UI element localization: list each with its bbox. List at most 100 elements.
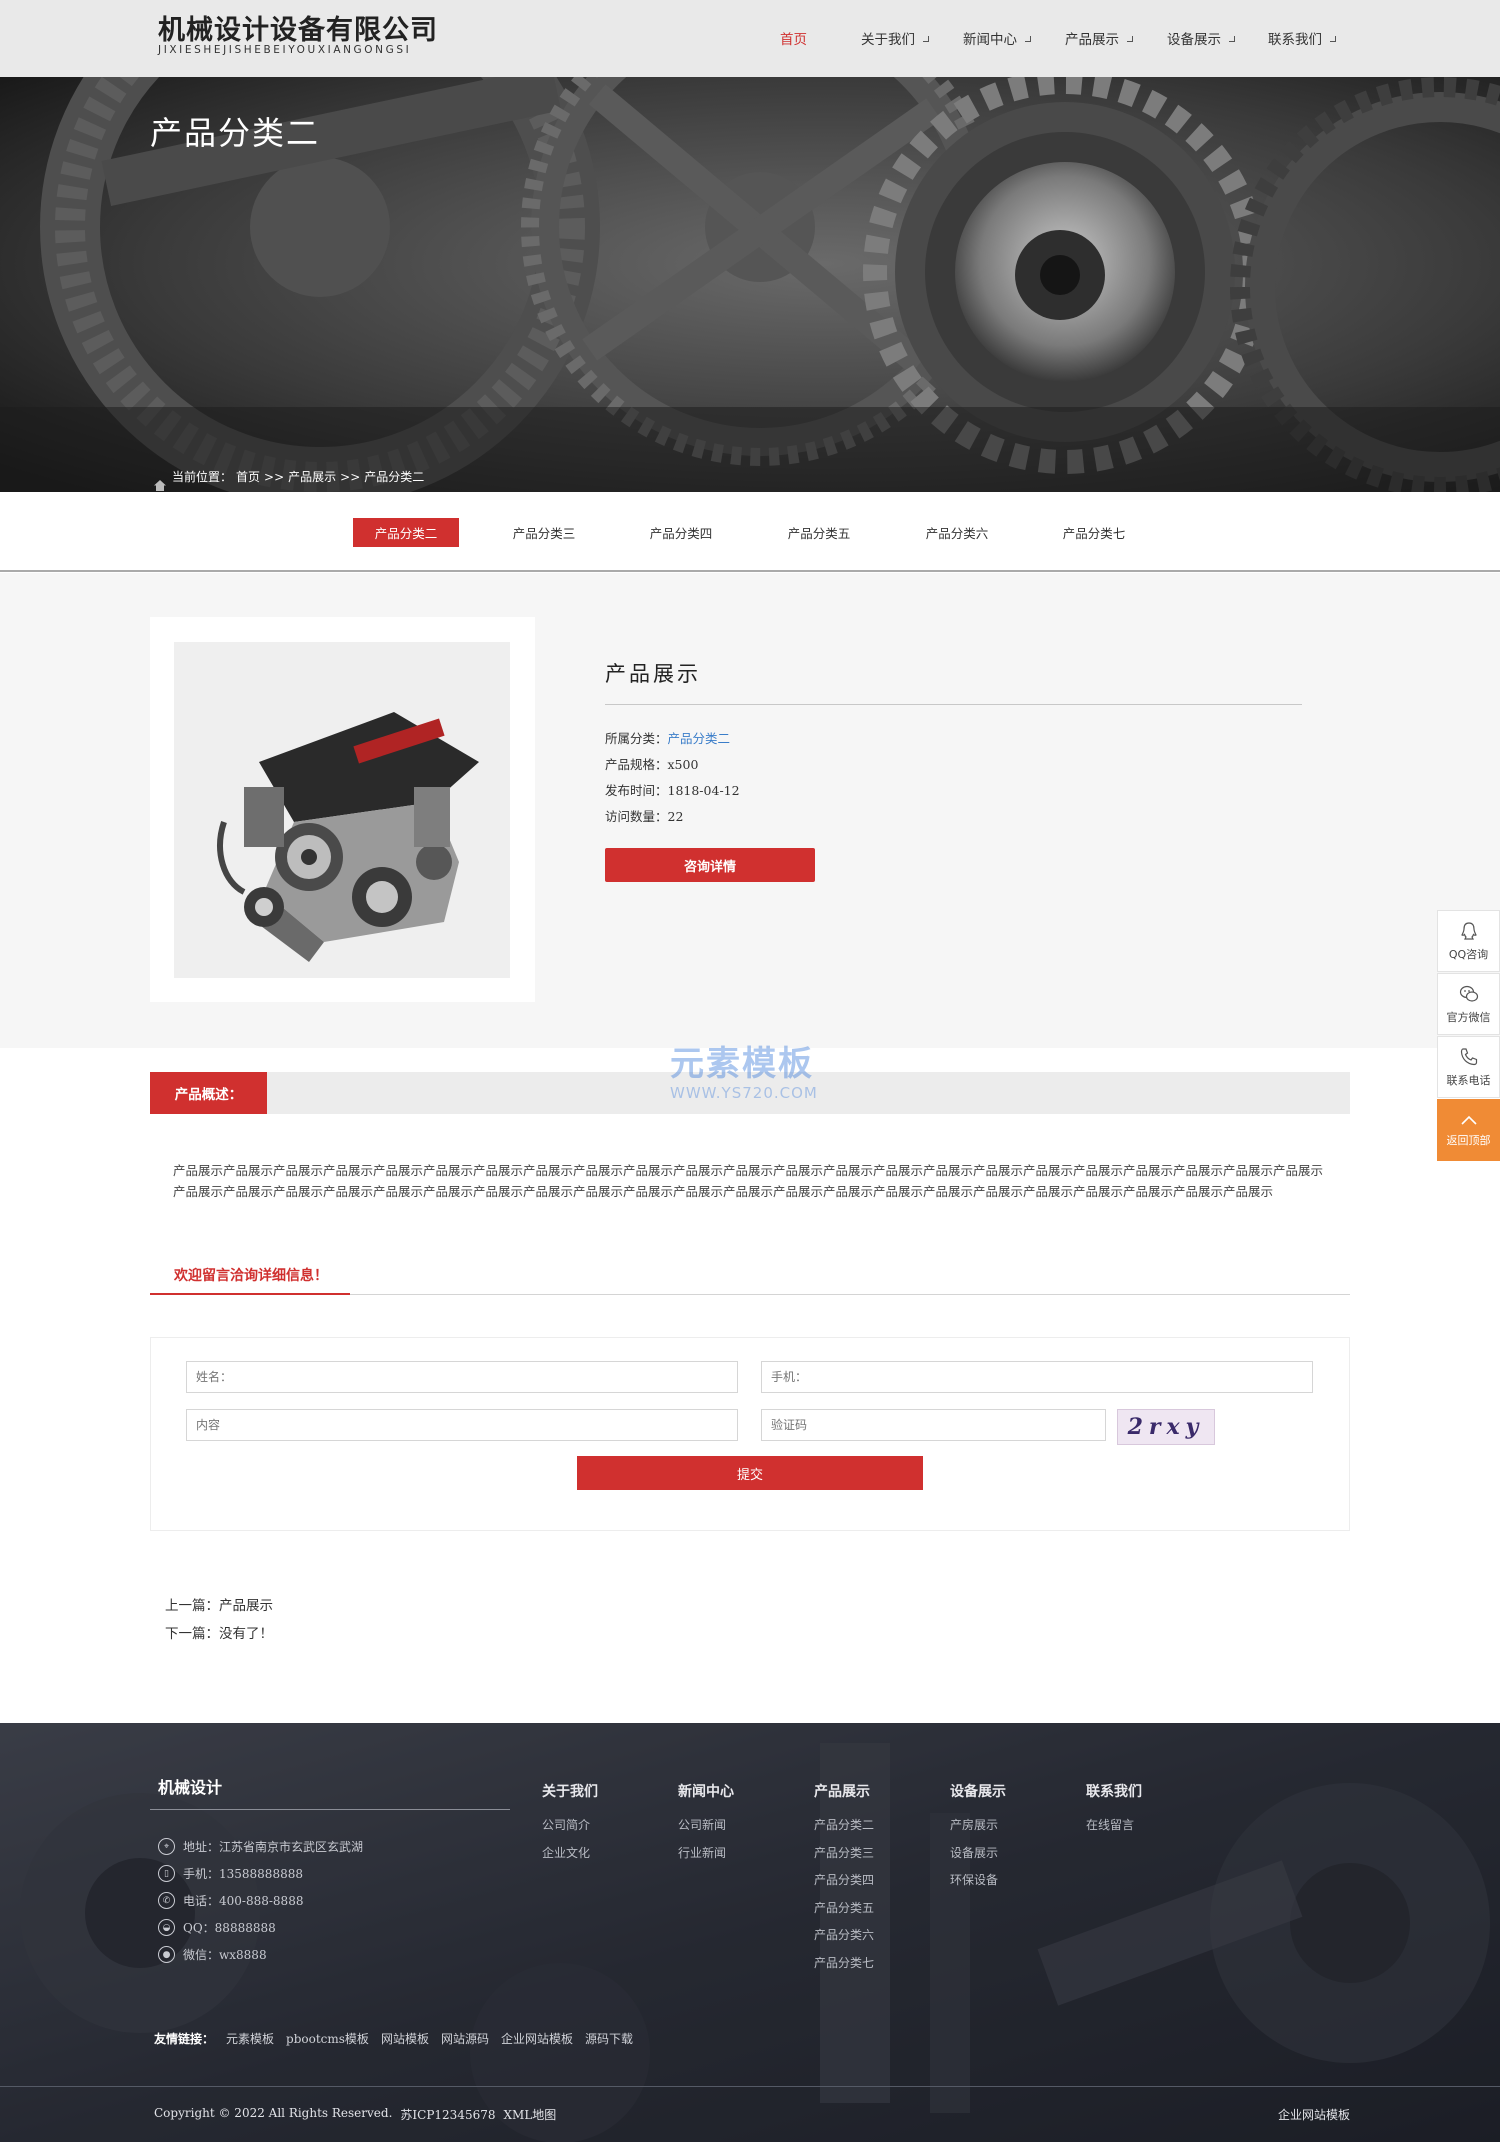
footer-link[interactable]: 产品分类五: [814, 1899, 874, 1916]
prev-article-link[interactable]: 上一篇：产品展示: [165, 1594, 273, 1614]
phone-input[interactable]: [761, 1361, 1313, 1393]
friend-link[interactable]: 企业网站模板: [501, 2030, 573, 2047]
submit-button[interactable]: 提交: [577, 1456, 923, 1490]
footer-link[interactable]: 产品分类六: [814, 1926, 874, 1943]
divider: [605, 704, 1302, 705]
footer-link[interactable]: 产品分类二: [814, 1816, 874, 1833]
tab-category-3[interactable]: 产品分类三: [491, 518, 597, 547]
logo-title[interactable]: 机械设计设备有限公司: [158, 8, 438, 47]
phone-icon: [1460, 1048, 1477, 1066]
dropdown-arrow-icon: [1330, 35, 1336, 42]
friend-link[interactable]: pbootcms模板: [286, 2030, 369, 2047]
category-link[interactable]: 产品分类二: [668, 731, 731, 746]
product-heading: 产品展示: [605, 662, 701, 686]
dropdown-arrow-icon: [1025, 35, 1031, 42]
footer-link[interactable]: 环保设备: [950, 1871, 998, 1888]
nav-contact[interactable]: 联系我们: [1268, 28, 1336, 48]
nav-about-label: 关于我们: [861, 32, 915, 48]
qq-icon: [1460, 922, 1477, 940]
nav-news[interactable]: 新闻中心: [963, 28, 1031, 48]
divider: [0, 2086, 1500, 2087]
captcha-input[interactable]: [761, 1409, 1106, 1441]
overview-label: 产品概述：: [150, 1072, 267, 1114]
breadcrumb-separator: >>: [340, 469, 361, 484]
product-image[interactable]: [174, 642, 510, 978]
category-label: 所属分类：: [605, 731, 668, 746]
nav-home-label: 首页: [780, 32, 807, 48]
breadcrumb: 当前位置： 首页 >> 产品展示 >> 产品分类二: [172, 468, 424, 485]
sitemap-link[interactable]: XML地图: [503, 2106, 556, 2123]
nav-contact-label: 联系我们: [1268, 32, 1322, 48]
breadcrumb-current[interactable]: 产品分类二: [364, 468, 424, 485]
friend-link[interactable]: 网站源码: [441, 2030, 489, 2047]
nav-products-label: 产品展示: [1065, 32, 1119, 48]
product-category: 所属分类：产品分类二: [605, 728, 730, 747]
tab-category-6[interactable]: 产品分类六: [904, 518, 1010, 547]
footer-column-title[interactable]: 关于我们: [542, 1781, 598, 1801]
product-date: 发布时间：1818-04-12: [605, 783, 740, 798]
footer-column-title[interactable]: 产品展示: [814, 1781, 870, 1801]
friend-link[interactable]: 源码下载: [585, 2030, 633, 2047]
side-qq-button[interactable]: QQ咨询: [1437, 910, 1500, 972]
footer-link[interactable]: 公司简介: [542, 1816, 590, 1833]
friend-link[interactable]: 网站模板: [381, 2030, 429, 2047]
breadcrumb-prefix: 当前位置：: [172, 470, 233, 484]
side-wechat-button[interactable]: 官方微信: [1437, 973, 1500, 1035]
overview-text: 产品展示产品展示产品展示产品展示产品展示产品展示产品展示产品展示产品展示产品展示…: [173, 1163, 1324, 1199]
footer-link[interactable]: 在线留言: [1086, 1816, 1134, 1833]
back-to-top-button[interactable]: 返回顶部: [1437, 1099, 1500, 1161]
home-icon: [154, 480, 166, 491]
footer-contact-item: ● 微信：wx8888: [158, 1946, 267, 1963]
footer-contact-item: ◒ QQ：88888888: [158, 1919, 276, 1936]
message-title-underline: [150, 1293, 350, 1295]
icp-link[interactable]: 苏ICP12345678: [400, 2106, 495, 2123]
footer-contact-text: 电话：400-888-8888: [183, 1894, 304, 1908]
tab-category-2[interactable]: 产品分类二: [353, 518, 459, 547]
footer-link[interactable]: 公司新闻: [678, 1816, 726, 1833]
nav-home[interactable]: 首页: [780, 28, 807, 48]
footer-link[interactable]: 产品分类三: [814, 1844, 874, 1861]
nav-about[interactable]: 关于我们: [861, 28, 929, 48]
footer-link[interactable]: 行业新闻: [678, 1844, 726, 1861]
location-icon: ⌖: [158, 1838, 175, 1855]
footer-link[interactable]: 产品分类四: [814, 1871, 874, 1888]
footer-right-link[interactable]: 企业网站模板: [1278, 2106, 1350, 2123]
tab-category-5[interactable]: 产品分类五: [766, 518, 872, 547]
footer-contact-item: ▯ 手机：13588888888: [158, 1865, 303, 1882]
nav-news-label: 新闻中心: [963, 32, 1017, 48]
nav-products[interactable]: 产品展示: [1065, 28, 1133, 48]
consult-button[interactable]: 咨询详情: [605, 848, 815, 882]
friend-links: 友情链接： 元素模板 pbootcms模板 网站模板 网站源码 企业网站模板 源…: [154, 2030, 633, 2047]
footer-column-title[interactable]: 新闻中心: [678, 1781, 734, 1801]
product-visits: 访问数量：22: [605, 809, 684, 824]
nav-equipment[interactable]: 设备展示: [1167, 28, 1235, 48]
breadcrumb-products[interactable]: 产品展示: [288, 468, 336, 485]
breadcrumb-home[interactable]: 首页: [236, 468, 260, 485]
name-input[interactable]: [186, 1361, 738, 1393]
footer-column-title[interactable]: 设备展示: [950, 1781, 1006, 1801]
wechat-icon: ●: [158, 1946, 175, 1963]
divider: [150, 1809, 510, 1810]
next-article-link[interactable]: 下一篇：没有了！: [165, 1622, 273, 1642]
category-tabs-bar: [0, 492, 1500, 572]
chevron-up-icon: [1460, 1115, 1477, 1125]
footer-link[interactable]: 产品分类七: [814, 1954, 874, 1971]
banner-title: 产品分类二: [150, 114, 321, 152]
content-input[interactable]: [186, 1409, 738, 1441]
friend-link[interactable]: 元素模板: [226, 2030, 274, 2047]
footer-link[interactable]: 产房展示: [950, 1816, 998, 1833]
watermark-url: WWW.YS720.COM: [670, 1084, 818, 1102]
footer-link[interactable]: 设备展示: [950, 1844, 998, 1861]
tab-category-4[interactable]: 产品分类四: [628, 518, 734, 547]
side-phone-button[interactable]: 联系电话: [1437, 1036, 1500, 1098]
footer-link[interactable]: 企业文化: [542, 1844, 590, 1861]
footer-column-title[interactable]: 联系我们: [1086, 1781, 1142, 1801]
captcha-image[interactable]: 2rxy: [1117, 1409, 1215, 1445]
logo-subtitle: JIXIESHEJISHEBEIYOUXIANGONGSI: [158, 44, 412, 56]
back-to-top-label: 返回顶部: [1446, 1134, 1491, 1147]
side-qq-label: QQ咨询: [1448, 948, 1489, 961]
tab-category-7[interactable]: 产品分类七: [1041, 518, 1147, 547]
side-wechat-label: 官方微信: [1446, 1011, 1491, 1024]
engine-image: [174, 642, 510, 978]
footer-contact-text: QQ：88888888: [183, 1921, 276, 1935]
